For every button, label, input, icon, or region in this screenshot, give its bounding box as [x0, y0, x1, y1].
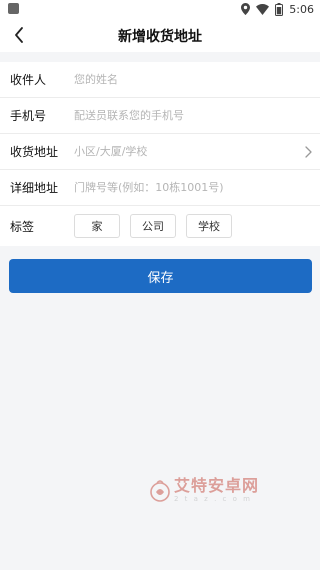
status-bar: 5:06 [0, 0, 320, 18]
tag-home[interactable]: 家 [74, 214, 120, 238]
page-title: 新增收货地址 [118, 29, 202, 45]
watermark-domain: 2 t a z . c o m [174, 495, 252, 503]
nav-bar: 新增收货地址 [0, 18, 320, 52]
receiver-input[interactable] [74, 73, 320, 86]
chevron-right-icon [305, 146, 312, 158]
phone-input[interactable] [74, 109, 320, 122]
receiver-label: 收件人 [10, 73, 47, 87]
status-icons: 5:06 [241, 2, 314, 16]
tag-company[interactable]: 公司 [130, 214, 176, 238]
tag-options: 家 公司 学校 [74, 214, 232, 238]
save-button[interactable]: 保存 [9, 259, 312, 293]
location-icon [241, 3, 251, 15]
detail-row: 详细地址 [0, 170, 320, 206]
watermark-text: 艾特安卓网 [174, 476, 260, 495]
battery-icon [275, 2, 284, 16]
detail-input[interactable] [74, 181, 320, 194]
watermark-logo-icon [150, 479, 170, 502]
tag-school[interactable]: 学校 [186, 214, 232, 238]
phone-row: 手机号 [0, 98, 320, 134]
region-label: 收货地址 [10, 145, 59, 159]
tags-row: 标签 家 公司 学校 [0, 206, 320, 246]
region-row[interactable]: 收货地址 [0, 134, 320, 170]
wifi-icon [256, 3, 270, 15]
phone-label: 手机号 [10, 109, 47, 123]
status-time: 5:06 [289, 2, 314, 16]
receiver-row: 收件人 [0, 62, 320, 98]
region-input[interactable] [74, 145, 320, 158]
detail-label: 详细地址 [10, 181, 59, 195]
tags-label: 标签 [10, 219, 35, 234]
notification-icon [8, 3, 19, 14]
watermark: 艾特安卓网 2 t a z . c o m [150, 478, 259, 503]
address-form: 收件人 手机号 收货地址 详细地址 标签 家 公司 学校 [0, 62, 320, 246]
